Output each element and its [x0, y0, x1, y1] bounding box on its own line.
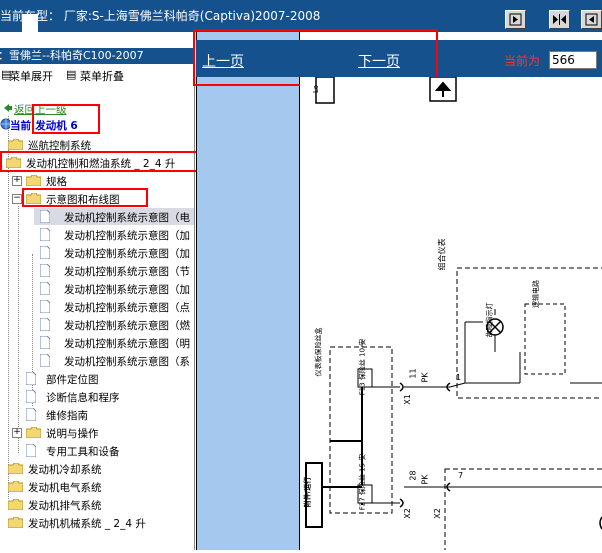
wire-color: PK	[420, 372, 430, 383]
document-icon	[40, 282, 50, 295]
document-icon	[40, 354, 50, 367]
app-icon	[22, 14, 38, 32]
document-icon	[40, 318, 50, 331]
page-number-input[interactable]: 566	[549, 51, 597, 69]
folder-icon	[26, 175, 41, 186]
tree-item[interactable]: 发动机控制系统示意图（燃	[34, 316, 194, 333]
document-icon	[40, 246, 50, 259]
document-margin	[196, 32, 300, 550]
document-icon	[40, 300, 50, 313]
combination-meter-label: 组合仪表	[437, 238, 447, 271]
collapse-all-button[interactable]: 菜单折叠	[80, 68, 124, 84]
step-inward-icon	[553, 14, 566, 25]
connector-x1-label: X1	[402, 394, 412, 405]
fuse-1-label: F13 保险丝 10 安	[358, 338, 367, 396]
warning-lamp-label: 故障指示灯	[485, 302, 494, 338]
tree-item[interactable]: 发动机机械系统 _ 2_4 升	[0, 514, 194, 531]
step-forward-icon	[509, 13, 522, 26]
tree-item[interactable]: 发动机冷却系统	[0, 460, 194, 477]
wire-number: 28	[408, 470, 418, 481]
folder-icon	[8, 139, 23, 150]
tree-item[interactable]: + 规格	[0, 172, 194, 189]
folder-icon	[8, 517, 23, 528]
tree-item[interactable]: 发动机控制系统示意图（节	[34, 262, 194, 279]
tree-item[interactable]: 发动机控制系统示意图（加	[34, 280, 194, 297]
tree-item[interactable]: 专用工具和设备	[0, 442, 194, 459]
tree-toolbar: ▤ 菜单展开 ▤ 菜单折叠	[0, 66, 194, 84]
connector-x2-label: X2	[432, 508, 442, 519]
pin-number: 7	[458, 471, 464, 480]
collapse-toggle[interactable]: −	[12, 194, 22, 204]
tree-item[interactable]: 发动机控制系统示意图（明	[34, 334, 194, 351]
folder-icon	[8, 481, 23, 492]
step-back-icon	[585, 13, 598, 26]
title-bar: 当前车型： 厂家:S-上海雪佛兰科帕奇(Captiva)2007-2008	[0, 0, 602, 32]
document-icon	[40, 336, 50, 349]
tree-item-selected[interactable]: 发动机控制系统示意图（电	[34, 208, 194, 225]
tree-item[interactable]: 发动机电气系统	[0, 478, 194, 495]
document-icon	[26, 444, 36, 457]
tree-item[interactable]: 部件定位图	[0, 370, 194, 387]
logic-circuit-label: 逻辑电路	[532, 280, 540, 308]
tree-item[interactable]: 发动机控制系统示意图（点	[34, 298, 194, 315]
accessory-label: 附件/运行	[303, 476, 312, 508]
tree-item[interactable]: 发动机控制系统示意图（加	[34, 244, 194, 261]
step-back-button[interactable]	[581, 10, 602, 29]
collapse-all-icon: ▤	[66, 68, 77, 81]
document-icon	[26, 390, 36, 403]
expand-toggle[interactable]: +	[12, 428, 22, 438]
pin-number: 1	[456, 373, 462, 382]
page-label: 当前为	[504, 54, 541, 68]
tree-item[interactable]: 诊断信息和程序	[0, 388, 194, 405]
highlight-box	[32, 104, 100, 134]
connector-x2-label: X2	[402, 508, 412, 519]
tree-item[interactable]: 发动机控制系统示意图（系	[34, 352, 194, 369]
highlight-box	[0, 151, 202, 172]
folder-icon	[8, 499, 23, 510]
document-icon	[40, 210, 50, 223]
left-panel-header: 当前：雪佛兰--科帕奇C100-2007	[0, 48, 194, 64]
document-icon	[40, 264, 50, 277]
expand-all-button[interactable]: 菜单展开	[9, 68, 53, 84]
folder-icon	[8, 463, 23, 474]
tree-item[interactable]: + 说明与操作	[0, 424, 194, 441]
fuse-block-label: 仪表板保险丝盒	[314, 327, 323, 377]
wire-color: PK	[420, 474, 430, 485]
window-title: 当前车型： 厂家:S-上海雪佛兰科帕奇(Captiva)2007-2008	[0, 9, 321, 23]
folder-icon	[26, 427, 41, 438]
back-arrow-icon	[4, 104, 12, 112]
wiring-schematic: Lo 组合仪表 故障指示灯 逻辑电路 仪表板保险丝盒 F13 保险丝 10 安 …	[300, 76, 602, 553]
document-icon	[26, 408, 36, 421]
highlight-box	[22, 188, 148, 207]
wiring-diagram-drawing	[305, 76, 602, 553]
step-inward-button[interactable]	[549, 10, 570, 29]
document-icon	[40, 228, 50, 241]
tree-item[interactable]: 维修指南	[0, 406, 194, 423]
tree-item[interactable]: 发动机控制系统示意图（加	[34, 226, 194, 243]
wire-number: 11	[408, 368, 418, 379]
step-forward-button[interactable]	[505, 10, 526, 29]
expand-toggle[interactable]: +	[12, 176, 22, 186]
document-icon	[26, 372, 36, 385]
connector-label: Lo	[312, 84, 321, 94]
globe-icon	[0, 118, 10, 130]
tree-item[interactable]: 发动机排气系统	[0, 496, 194, 513]
fuse-2-label: F27 保险丝 15 安	[358, 453, 367, 511]
